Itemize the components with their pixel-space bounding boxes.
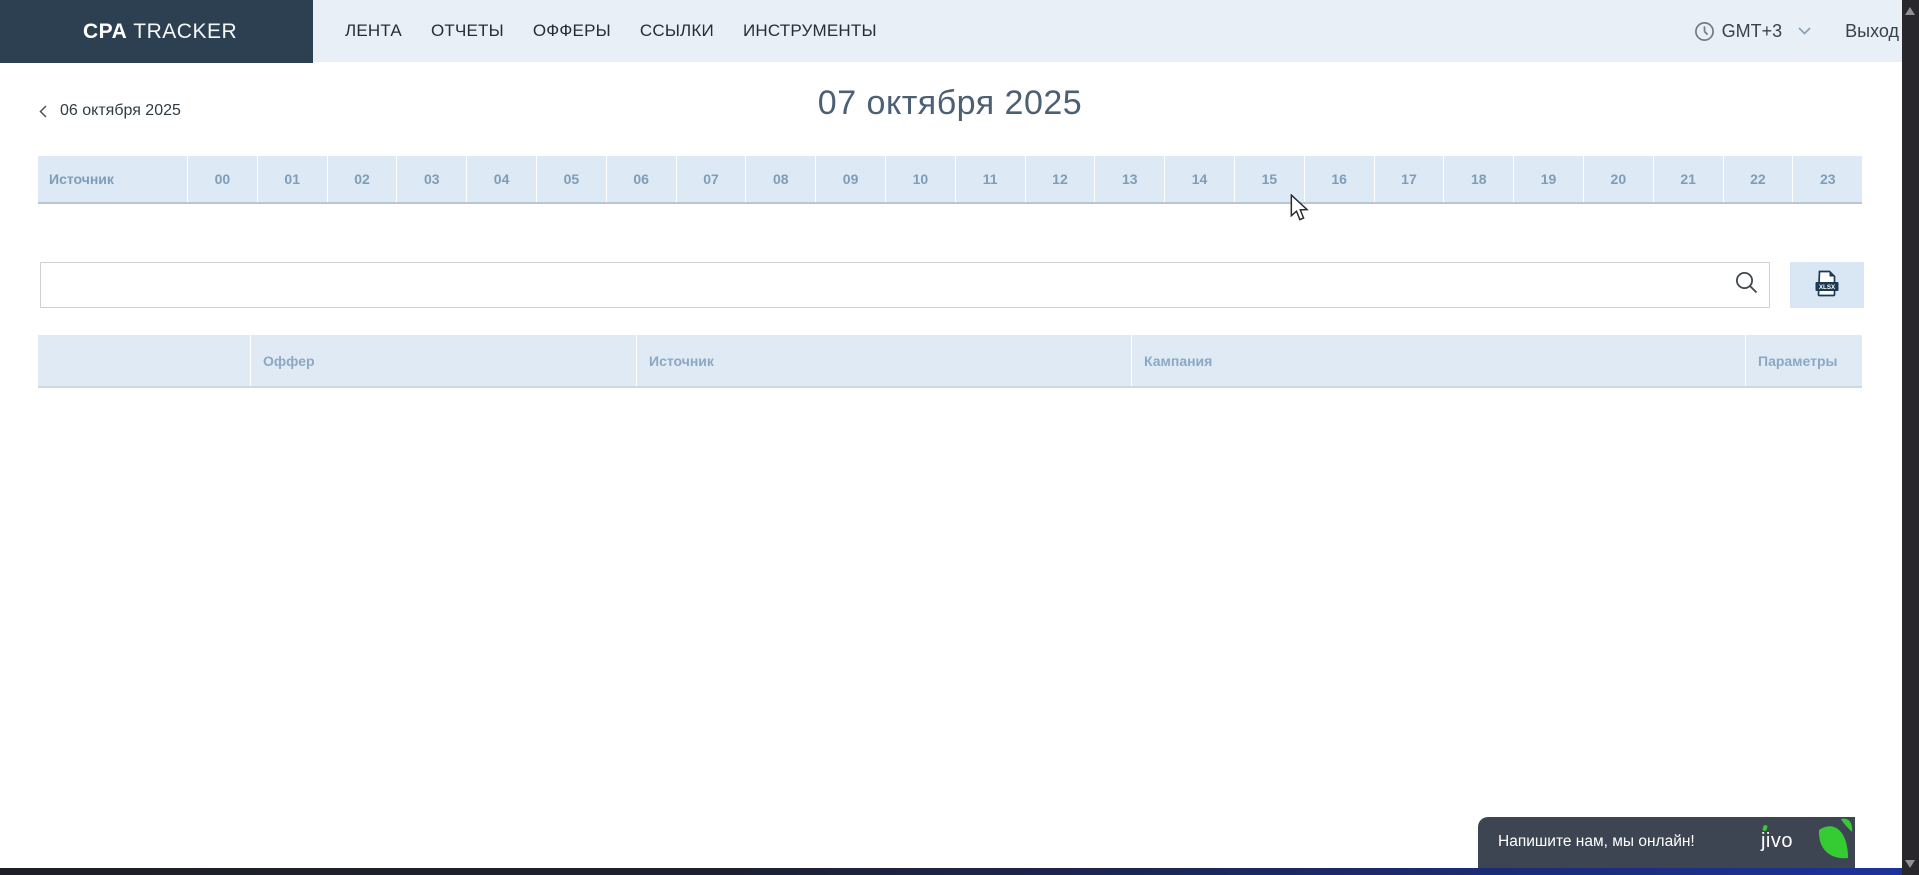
timezone-label: GMT+3	[1722, 21, 1783, 42]
logo-bold: CPA	[83, 20, 127, 44]
hour-cell-19: 19	[1513, 156, 1583, 202]
svg-text:XLSX: XLSX	[1819, 284, 1836, 291]
hour-cell-00: 00	[187, 156, 257, 202]
hour-cell-20: 20	[1583, 156, 1653, 202]
xlsx-file-icon: XLSX	[1814, 270, 1840, 300]
hour-cell-12: 12	[1025, 156, 1095, 202]
jivo-leaf-icon	[1817, 818, 1853, 862]
hour-cell-17: 17	[1374, 156, 1444, 202]
column-header-offer: Оффер	[250, 335, 636, 386]
hour-cell-08: 08	[745, 156, 815, 202]
hour-cell-04: 04	[466, 156, 536, 202]
chevron-down-icon	[1798, 27, 1811, 35]
hour-cell-09: 09	[815, 156, 885, 202]
hour-cell-16: 16	[1304, 156, 1374, 202]
scrollbar-track[interactable]	[1902, 0, 1919, 875]
bottom-edge-strip	[0, 868, 1902, 875]
chat-widget[interactable]: Напишите нам, мы онлайн! jivo	[1478, 817, 1855, 868]
search-icon[interactable]	[1734, 270, 1760, 296]
hour-cell-10: 10	[885, 156, 955, 202]
clock-icon	[1694, 21, 1715, 42]
chat-message: Напишите нам, мы онлайн!	[1498, 833, 1695, 851]
hour-cell-07: 07	[676, 156, 746, 202]
hour-cell-23: 23	[1792, 156, 1862, 202]
search-input[interactable]	[40, 262, 1770, 308]
nav-item-lenta[interactable]: ЛЕНТА	[345, 21, 402, 41]
nav-item-reports[interactable]: ОТЧЕТЫ	[431, 21, 504, 41]
nav-item-links[interactable]: ССЫЛКИ	[640, 21, 714, 41]
export-xlsx-button[interactable]: XLSX	[1790, 262, 1864, 308]
column-header-source: Источник	[636, 335, 1131, 386]
hour-cell-13: 13	[1094, 156, 1164, 202]
main-nav: ЛЕНТА ОТЧЕТЫ ОФФЕРЫ ССЫЛКИ ИНСТРУМЕНТЫ	[345, 0, 877, 62]
hour-cell-14: 14	[1164, 156, 1234, 202]
hour-cell-15: 15	[1234, 156, 1304, 202]
hour-cell-11: 11	[955, 156, 1025, 202]
hour-cell-02: 02	[327, 156, 397, 202]
results-table-header: Оффер Источник Кампания Параметры	[38, 335, 1862, 388]
page: CPA TRACKER ЛЕНТА ОТЧЕТЫ ОФФЕРЫ ССЫЛКИ И…	[0, 0, 1919, 875]
timezone-selector[interactable]: GMT+3	[1694, 21, 1812, 42]
logout-link[interactable]: Выход	[1845, 21, 1899, 42]
scroll-up-arrow-icon[interactable]	[1905, 7, 1915, 15]
hour-cell-05: 05	[536, 156, 606, 202]
logo-rest: TRACKER	[133, 20, 237, 44]
hour-cell-03: 03	[396, 156, 466, 202]
top-bar-right: GMT+3 Выход	[1694, 0, 1899, 62]
hour-cell-22: 22	[1723, 156, 1793, 202]
scroll-down-arrow-icon[interactable]	[1905, 860, 1915, 868]
page-title: 07 октября 2025	[38, 84, 1862, 123]
column-header-empty	[38, 335, 250, 386]
hour-strip: Источник 0001020304050607080910111213141…	[38, 156, 1862, 204]
nav-item-tools[interactable]: ИНСТРУМЕНТЫ	[743, 21, 877, 41]
jivo-brand-label: jivo	[1761, 830, 1793, 853]
app-logo[interactable]: CPA TRACKER	[0, 0, 313, 63]
column-header-params: Параметры	[1745, 335, 1862, 386]
hour-cell-06: 06	[606, 156, 676, 202]
column-header-campaign: Кампания	[1131, 335, 1745, 386]
hour-cell-18: 18	[1443, 156, 1513, 202]
hour-strip-source-label: Источник	[38, 156, 187, 202]
nav-item-offers[interactable]: ОФФЕРЫ	[533, 21, 611, 41]
hour-cell-21: 21	[1653, 156, 1723, 202]
hour-cell-01: 01	[257, 156, 327, 202]
